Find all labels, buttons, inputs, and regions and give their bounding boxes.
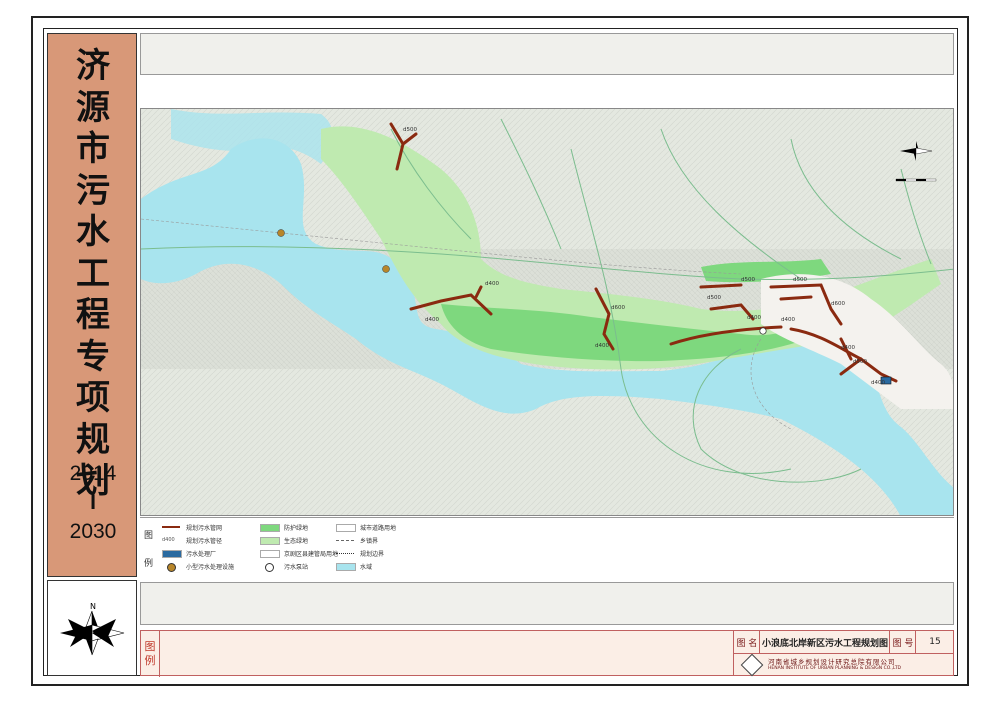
institute-name-cn: 河南省城乡规划设计研究总院有限公司 xyxy=(768,658,896,666)
title-block: 图 例 图 名 小浪底北岸新区污水工程规划图 图 号 15 河南省城乡规划设计研… xyxy=(140,630,954,677)
pump-station-icon xyxy=(759,327,767,335)
legend: 图 例 规划污水管网 d400 规划污水管径 污水处理厂小型污水处理设施 防护绿地生态绿… xyxy=(140,517,954,581)
pipe-diameter-label: d400 xyxy=(485,281,499,287)
pipe-diameter-label: d600 xyxy=(611,305,625,311)
legend-label: 污水处理厂 xyxy=(186,551,217,558)
pipe-diameter-label: d400 xyxy=(595,343,609,349)
title-char: 规 xyxy=(76,419,110,460)
legend-swatch: d400 xyxy=(162,537,175,543)
pipe-diameter-label: d500 xyxy=(403,127,417,133)
institute-logo-icon xyxy=(740,653,764,677)
drawing-number-label: 图 号 xyxy=(889,631,916,653)
legend-swatch xyxy=(162,526,180,528)
title-char: 项 xyxy=(76,378,110,418)
pipe-diameter-label: d400 xyxy=(425,317,439,323)
pipe-diameter-label: d500 xyxy=(707,295,721,301)
title-char: 污 xyxy=(76,170,110,211)
compass-icon: N xyxy=(60,602,125,656)
legend-label: 生态绿地 xyxy=(284,538,309,545)
title-char: 源 xyxy=(76,87,110,128)
title-char: 工 xyxy=(76,253,110,294)
title-block-legend-label: 图 例 xyxy=(141,631,160,677)
map-svg: d500 d400 d400 d600 d400 d500 d400 d500 d500 d600… xyxy=(141,109,953,515)
drawing-name-label: 图 名 xyxy=(733,631,760,653)
top-band xyxy=(140,33,954,75)
legend-swatch xyxy=(260,537,280,545)
bottom-band xyxy=(140,582,954,625)
year-start: 2014 xyxy=(69,462,117,485)
title-char: 市 xyxy=(76,129,110,169)
title-char: 专 xyxy=(76,336,110,377)
legend-label: 小型污水处理设施 xyxy=(186,564,235,571)
pipe-diameter-label: d400 xyxy=(871,380,885,386)
legend-heading-2: 例 xyxy=(144,559,154,569)
legend-swatch xyxy=(260,550,280,558)
map-view[interactable]: d500 d400 d400 d600 d400 d500 d400 d500 d500 d600… xyxy=(140,108,954,516)
legend-label: 城市道路用地 xyxy=(360,525,397,532)
legend-swatch xyxy=(336,524,356,532)
legend-label: 乡镇界 xyxy=(360,538,379,545)
small-treatment-facility-icon xyxy=(277,229,285,237)
compass-north-label: N xyxy=(90,602,96,611)
legend-label: 规划污水管网 xyxy=(186,525,223,532)
year-separator: I xyxy=(90,491,96,514)
legend-label: 水域 xyxy=(360,564,373,571)
title-char: 济 xyxy=(76,46,110,86)
pipe-diameter-label: d500 xyxy=(793,277,807,283)
title-side-panel: 济源市污水工程专项规划 2014 I 2030 xyxy=(47,33,137,577)
legend-swatch xyxy=(336,563,356,571)
legend-swatch xyxy=(336,540,354,541)
legend-swatch xyxy=(260,524,280,532)
pipe-diameter-label: d400 xyxy=(747,315,761,321)
title-block-legend-char-1: 图 xyxy=(144,640,156,653)
compass-box: N xyxy=(47,580,137,676)
pipe-diameter-label: d500 xyxy=(741,277,755,283)
legend-label: 污水泵站 xyxy=(284,564,309,571)
legend-swatch xyxy=(167,563,176,572)
title-char: 程 xyxy=(76,295,110,335)
legend-label: 规划污水管径 xyxy=(186,538,223,545)
pipe-diameter-label: d400 xyxy=(781,317,795,323)
legend-swatch xyxy=(162,550,182,558)
drawing-name-value: 小浪底北岸新区污水工程规划图 xyxy=(759,631,890,653)
legend-label: 京剧区县建管局用地 xyxy=(284,551,339,558)
institute-cell: 河南省城乡规划设计研究总院有限公司 HENAN INSTITUTE OF URB… xyxy=(733,653,953,677)
drawing-number-value: 15 xyxy=(915,631,954,653)
pipe-diameter-label: d400 xyxy=(841,345,855,351)
pipe-diameter-label: d600 xyxy=(831,301,845,307)
title-char: 水 xyxy=(76,212,110,252)
legend-label: 规划边界 xyxy=(360,551,385,558)
legend-label: 防护绿地 xyxy=(284,525,309,532)
vertical-title: 济源市污水工程专项规划 xyxy=(48,46,138,503)
institute-name-en: HENAN INSTITUTE OF URBAN PLANNING & DESI… xyxy=(768,666,902,671)
legend-swatch xyxy=(265,563,274,572)
title-block-legend-char-2: 例 xyxy=(144,654,156,667)
legend-heading-1: 图 xyxy=(144,531,154,541)
year-end: 2030 xyxy=(69,520,117,543)
legend-swatch xyxy=(336,553,354,554)
pipe-diameter-label: d500 xyxy=(853,359,867,365)
